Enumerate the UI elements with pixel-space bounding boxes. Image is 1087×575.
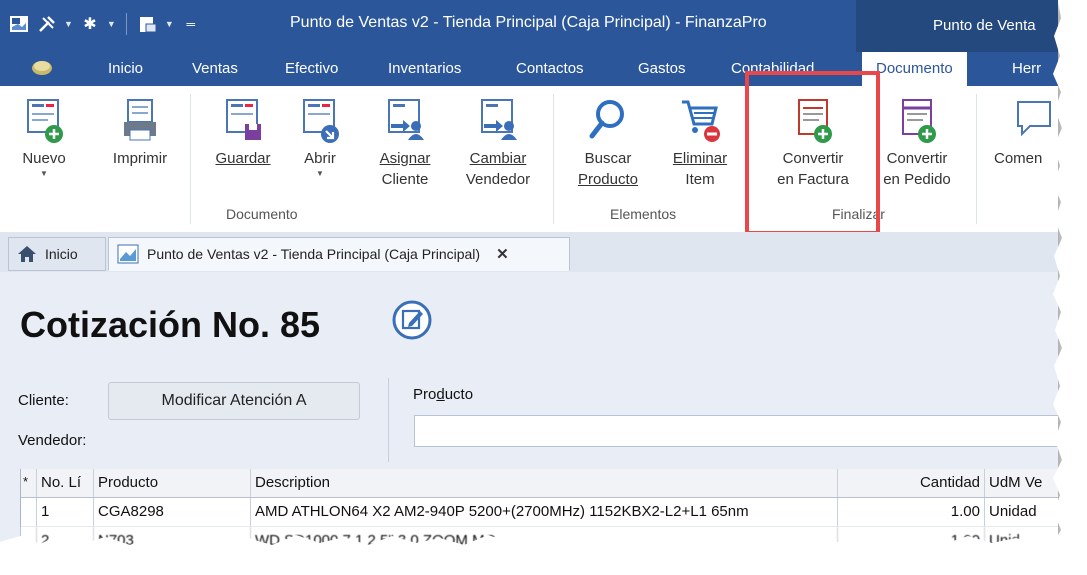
tab-contactos[interactable]: Contactos bbox=[516, 60, 584, 77]
column-header-cantidad[interactable]: Cantidad bbox=[838, 469, 985, 497]
table-row[interactable]: 1 CGA8298 AMD ATHLON64 X2 AM2-940P 5200+… bbox=[21, 498, 1058, 527]
chevron-down-icon: ▼ bbox=[40, 169, 48, 178]
eliminar-label-1: Eliminar bbox=[672, 150, 728, 167]
group-separator bbox=[190, 94, 191, 224]
imprimir-button[interactable]: Imprimir bbox=[104, 94, 176, 169]
cell-description[interactable]: AMD ATHLON64 X2 AM2-940P 5200+(2700MHz) … bbox=[251, 498, 838, 526]
producto-search-input[interactable] bbox=[414, 415, 1058, 447]
tab-inicio[interactable]: Inicio bbox=[108, 60, 143, 77]
tools-icon[interactable] bbox=[36, 13, 58, 35]
open-document-icon bbox=[303, 99, 339, 143]
document-tab-bar: Inicio Punto de Ventas v2 - Tienda Princ… bbox=[0, 232, 1058, 273]
buscar-producto-button[interactable]: Buscar Producto bbox=[568, 94, 648, 190]
divider bbox=[388, 378, 389, 462]
column-header-no-linea[interactable]: No. Lí bbox=[37, 469, 94, 497]
cambiar-label-2: Vendedor bbox=[465, 171, 531, 188]
vendedor-label: Vendedor: bbox=[18, 432, 87, 449]
toolbar-separator bbox=[125, 13, 127, 35]
convped-label-2: en Pedido bbox=[883, 171, 951, 188]
convped-label-1: Convertir bbox=[886, 150, 948, 167]
chevron-down-icon[interactable]: ▼ bbox=[107, 19, 116, 29]
group-separator bbox=[976, 94, 977, 224]
group-label-documento: Documento bbox=[226, 206, 298, 222]
tab-inventarios[interactable]: Inventarios bbox=[388, 60, 461, 77]
tab-gastos[interactable]: Gastos bbox=[638, 60, 686, 77]
file-menu-icon[interactable] bbox=[30, 58, 54, 76]
cambiar-vendedor-button[interactable]: Cambiar Vendedor bbox=[456, 94, 540, 190]
cambiar-label-1: Cambiar bbox=[469, 150, 527, 167]
guardar-button[interactable]: Guardar bbox=[208, 94, 278, 169]
modificar-atencion-button[interactable]: Modificar Atención A bbox=[108, 382, 360, 420]
print-preview-icon[interactable] bbox=[137, 13, 159, 35]
search-icon bbox=[589, 100, 624, 139]
second-window-title: Punto de Venta bbox=[933, 17, 1036, 34]
chevron-down-icon: ▼ bbox=[316, 169, 324, 178]
assign-client-icon bbox=[388, 99, 424, 140]
doc-tab-punto-de-ventas[interactable]: Punto de Ventas v2 - Tienda Principal (C… bbox=[108, 237, 570, 271]
convert-order-icon bbox=[902, 99, 936, 143]
close-icon[interactable]: ✕ bbox=[496, 245, 509, 263]
asignar-cliente-button[interactable]: Asignar Cliente bbox=[370, 94, 440, 190]
customize-qat-icon[interactable]: ═ bbox=[180, 13, 202, 35]
save-icon bbox=[226, 99, 261, 140]
new-document-icon bbox=[27, 99, 63, 143]
buscar-label-2: Producto bbox=[577, 171, 639, 188]
column-header-description[interactable]: Description bbox=[251, 469, 838, 497]
doc-tab-inicio[interactable]: Inicio bbox=[8, 237, 106, 271]
doc-tab-inicio-label: Inicio bbox=[45, 246, 78, 262]
torn-edge-right bbox=[1052, 0, 1087, 575]
title-bar: ▼ ✱ ▼ ▼ ═ Punto de Ventas v2 - Tienda Pr… bbox=[0, 0, 1058, 52]
cell-no-linea[interactable]: 1 bbox=[37, 498, 94, 526]
app-logo-icon[interactable] bbox=[8, 13, 30, 35]
grid-header-row: * No. Lí Producto Description Cantidad U… bbox=[21, 469, 1058, 498]
abrir-label: Abrir bbox=[304, 150, 336, 167]
change-seller-icon bbox=[481, 99, 517, 140]
chevron-down-icon[interactable]: ▼ bbox=[64, 19, 73, 29]
cliente-label: Cliente: bbox=[18, 392, 69, 409]
window-title: Punto de Ventas v2 - Tienda Principal (C… bbox=[290, 14, 767, 31]
pos-icon bbox=[117, 244, 139, 264]
asignar-label-1: Asignar bbox=[379, 150, 431, 167]
doc-tab-active-label: Punto de Ventas v2 - Tienda Principal (C… bbox=[147, 246, 481, 262]
home-icon bbox=[18, 246, 36, 262]
chevron-down-icon[interactable]: ▼ bbox=[165, 19, 174, 29]
convertir-pedido-button[interactable]: Convertir en Pedido bbox=[870, 94, 964, 190]
asignar-label-2: Cliente bbox=[381, 171, 429, 188]
group-label-elementos: Elementos bbox=[610, 206, 677, 222]
imprimir-label: Imprimir bbox=[112, 150, 168, 167]
guardar-label: Guardar bbox=[215, 150, 271, 167]
gear-icon[interactable]: ✱ bbox=[79, 13, 101, 35]
group-separator bbox=[553, 94, 554, 224]
quick-access-toolbar: ▼ ✱ ▼ ▼ ═ bbox=[8, 12, 202, 36]
buscar-label-1: Buscar bbox=[584, 150, 632, 167]
producto-label: Producto bbox=[413, 386, 474, 403]
nuevo-label: Nuevo bbox=[22, 150, 66, 167]
tab-efectivo[interactable]: Efectivo bbox=[285, 60, 338, 77]
cell-producto[interactable]: CGA8298 bbox=[94, 498, 251, 526]
row-marker bbox=[21, 498, 37, 526]
column-header-producto[interactable]: Producto bbox=[94, 469, 251, 497]
nuevo-button[interactable]: Nuevo ▼ bbox=[14, 94, 74, 179]
eliminar-label-2: Item bbox=[685, 171, 715, 188]
cart-remove-icon bbox=[682, 100, 720, 142]
page-title: Cotización No. 85 bbox=[20, 304, 321, 345]
torn-edge-bottom bbox=[0, 534, 1087, 575]
eliminar-item-button[interactable]: Eliminar Item bbox=[662, 94, 738, 190]
application-window: ▼ ✱ ▼ ▼ ═ Punto de Ventas v2 - Tienda Pr… bbox=[0, 0, 1058, 545]
printer-icon bbox=[124, 99, 156, 141]
ribbon-tab-bar: Inicio Ventas Efectivo Inventarios Conta… bbox=[0, 52, 1058, 86]
tab-herramientas[interactable]: Herr bbox=[1012, 60, 1041, 77]
cell-cantidad[interactable]: 1.00 bbox=[838, 498, 985, 526]
grid-header-marker: * bbox=[21, 469, 37, 497]
tab-ventas[interactable]: Ventas bbox=[192, 60, 238, 77]
highlight-annotation bbox=[745, 71, 880, 235]
abrir-button[interactable]: Abrir ▼ bbox=[292, 94, 348, 179]
edit-icon[interactable] bbox=[392, 300, 432, 340]
ribbon-panel: Nuevo ▼ Imprimir Guardar Abrir ▼ Asignar… bbox=[0, 86, 1058, 233]
document-content: Cotización No. 85 Cliente: Modificar Ate… bbox=[0, 272, 1058, 545]
